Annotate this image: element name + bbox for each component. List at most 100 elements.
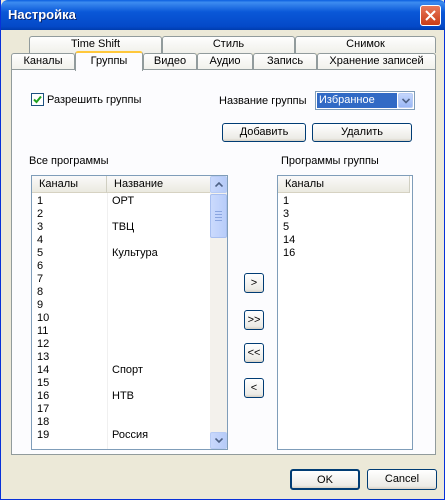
table-row[interactable]: 3 ТВЦ [32, 221, 211, 234]
tab-audio[interactable]: Аудио [197, 53, 253, 70]
channel-number: 5 [37, 247, 44, 259]
scroll-up-button[interactable] [210, 176, 227, 193]
all-programs-header: Каналы Название [32, 176, 212, 193]
group-programs-header: Каналы [278, 176, 410, 193]
table-row[interactable]: 2 [32, 208, 211, 221]
enable-groups-label[interactable]: Разрешить группы [47, 94, 141, 106]
table-row[interactable]: 10 [32, 312, 211, 325]
move-left-button[interactable]: < [244, 378, 264, 398]
channel-number: 13 [37, 351, 50, 363]
enable-groups-checkbox[interactable] [31, 93, 44, 106]
table-row[interactable]: 3 [278, 208, 398, 221]
table-row[interactable]: 14 [278, 234, 398, 247]
channel-name [107, 377, 211, 390]
table-row[interactable]: 11 [32, 325, 211, 338]
channel-name: ОРТ [112, 195, 135, 207]
channel-name: НТВ [112, 390, 134, 402]
channel-name: ТВЦ [112, 221, 135, 233]
close-icon [425, 10, 436, 21]
table-row[interactable]: 16 НТВ [32, 390, 211, 403]
table-row[interactable]: 6 [32, 260, 211, 273]
channel-number: 16 [37, 390, 50, 402]
scroll-thumb[interactable] [210, 194, 227, 238]
table-row[interactable]: 17 [32, 403, 211, 416]
cancel-button[interactable]: Cancel [367, 469, 437, 490]
channel-number: 9 [37, 299, 44, 311]
table-row[interactable]: 9 [32, 299, 211, 312]
channel-number: 5 [283, 221, 290, 233]
table-row[interactable]: 14 Спорт [32, 364, 211, 377]
channel-name: Россия [112, 429, 149, 441]
channel-number: 10 [37, 312, 50, 324]
channel-name [107, 403, 211, 416]
table-row[interactable]: 5 Культура [32, 247, 211, 260]
channel-name: Спорт [112, 364, 143, 376]
chevron-down-icon [214, 438, 223, 443]
table-row[interactable]: 12 [32, 338, 211, 351]
chevron-down-icon [401, 97, 410, 104]
channel-number: 11 [37, 325, 49, 337]
channel-number: 15 [37, 377, 50, 389]
tab-video[interactable]: Видео [143, 53, 197, 70]
tab-recording[interactable]: Запись [253, 53, 317, 70]
tab-channels[interactable]: Каналы [11, 53, 75, 70]
channel-name [107, 325, 211, 338]
group-name-value: Избранное [317, 93, 397, 108]
channel-name [107, 416, 211, 429]
tab-style[interactable]: Стиль [162, 36, 295, 53]
all-programs-list[interactable]: Каналы Название 1 ОРТ 2 3 ТВЦ 4 5 Культура 6 7 8 9 1… [31, 175, 228, 450]
add-group-button[interactable]: Добавить [222, 123, 306, 142]
channel-number: 2 [37, 208, 44, 220]
table-row[interactable]: 16 [278, 247, 398, 260]
table-row[interactable]: 1 [278, 195, 398, 208]
table-row[interactable]: 4 [32, 234, 211, 247]
channel-number: 18 [37, 416, 50, 428]
ok-button[interactable]: OK [290, 469, 360, 490]
move-all-left-button[interactable]: << [244, 343, 264, 363]
table-row[interactable]: 8 [32, 286, 211, 299]
column-header-name[interactable]: Название [107, 176, 212, 193]
column-header-channels[interactable]: Каналы [32, 176, 107, 193]
window-title: Настройка [8, 7, 76, 22]
channel-number: 17 [37, 403, 50, 415]
channel-number: 4 [37, 234, 44, 246]
table-row[interactable]: 19 Россия [32, 429, 211, 442]
channel-name: Культура [112, 247, 158, 259]
group-name-label: Название группы [219, 95, 307, 107]
channel-number: 3 [283, 208, 290, 220]
channel-number: 1 [37, 195, 44, 207]
group-programs-label: Программы группы [281, 155, 379, 167]
channel-number: 14 [283, 234, 296, 246]
dropdown-button[interactable] [398, 93, 413, 108]
channel-number: 7 [37, 273, 44, 285]
tab-record-storage[interactable]: Хранение записей [317, 53, 436, 70]
all-programs-label: Все программы [29, 155, 109, 167]
channel-number: 12 [37, 338, 50, 350]
tab-snapshot[interactable]: Снимок [295, 36, 436, 53]
table-row[interactable]: 1 ОРТ [32, 195, 211, 208]
table-row[interactable]: 7 [32, 273, 211, 286]
channel-number: 1 [283, 195, 290, 207]
column-header-channels[interactable]: Каналы [278, 176, 410, 193]
group-name-dropdown[interactable]: Избранное [315, 91, 415, 110]
all-programs-scrollbar[interactable] [210, 176, 227, 449]
move-right-button[interactable]: > [244, 273, 264, 293]
title-bar[interactable]: Настройка [1, 0, 445, 30]
channel-name [107, 208, 211, 221]
channel-number: 14 [37, 364, 50, 376]
scroll-down-button[interactable] [210, 432, 227, 449]
delete-group-button[interactable]: Удалить [312, 123, 412, 142]
group-programs-list[interactable]: Каналы 1 3 5 14 16 [277, 175, 413, 450]
table-row[interactable]: 18 [32, 416, 211, 429]
channel-number: 16 [283, 247, 296, 259]
table-row[interactable]: 13 [32, 351, 211, 364]
table-row[interactable]: 5 [278, 221, 398, 234]
tab-groups[interactable]: Группы [75, 51, 143, 71]
channel-name [107, 338, 211, 351]
move-all-right-button[interactable]: >> [244, 310, 264, 330]
close-button[interactable] [420, 5, 441, 26]
table-row[interactable]: 15 [32, 377, 211, 390]
channel-name [107, 286, 211, 299]
channel-name [107, 351, 211, 364]
channel-name [107, 312, 211, 325]
